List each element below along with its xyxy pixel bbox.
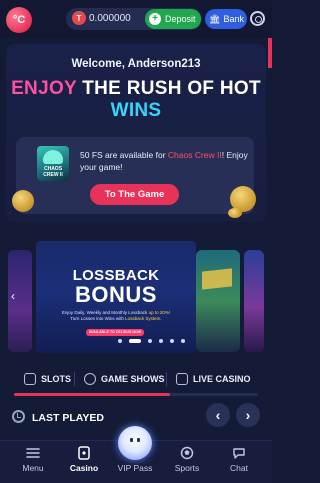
plus-icon: +	[149, 13, 161, 25]
chevron-left-icon[interactable]: ‹	[11, 289, 15, 303]
site-logo[interactable]: °C	[6, 7, 32, 33]
game-thumbnail[interactable]: CHAOS CREW II	[37, 146, 69, 181]
bank-icon: 🏛	[209, 13, 221, 24]
banner-cta-button[interactable]: AVAILABLE TO CELSIUS NOW	[86, 329, 144, 336]
carousel-dots	[118, 339, 185, 343]
category-live-casino[interactable]: LIVE CASINO	[176, 368, 251, 390]
nav-sports[interactable]: Sports	[162, 446, 212, 473]
carousel-dot[interactable]	[170, 339, 174, 343]
welcome-text: Welcome, Anderson213	[71, 58, 201, 70]
live-casino-icon	[176, 373, 188, 385]
category-slots[interactable]: SLOTS	[24, 368, 71, 390]
logo-text: °C	[12, 14, 26, 26]
banner-desc-hl2: Lossback System.	[125, 316, 162, 321]
nav-label: Sports	[174, 463, 200, 473]
carousel-slide-next-2[interactable]	[244, 250, 264, 352]
chat-icon	[233, 448, 245, 459]
thumbnail-label: CHAOS CREW II	[43, 166, 63, 178]
coin-icon: T	[72, 11, 86, 25]
casino-icon	[78, 446, 90, 460]
divider	[166, 372, 167, 386]
carousel-dot[interactable]	[118, 339, 122, 343]
menu-icon	[26, 448, 40, 458]
headline-rush: THE RUSH OF HOT	[82, 78, 261, 99]
promo-banner[interactable]: LOSSBACK BONUS Enjoy Daily, Weekly and M…	[36, 241, 196, 353]
fs-text-prefix: 50 FS are available for	[80, 150, 166, 160]
banner-desc-2: Turn Losses into Wins with	[70, 316, 124, 321]
last-played-next-button[interactable]: ›	[236, 403, 260, 427]
fs-game-name: Chaos Crew II	[167, 150, 222, 160]
carousel-dot[interactable]	[181, 339, 185, 343]
hero-headline: ENJOY THE RUSH OF HOT WINS	[0, 78, 272, 122]
nav-chat[interactable]: Chat	[214, 446, 264, 473]
banner-desc-1: Enjoy Daily, Weekly and Monthly Lossback	[61, 310, 148, 315]
vip-ghost-icon[interactable]	[118, 426, 152, 460]
gear-icon[interactable]	[250, 11, 265, 26]
nav-menu[interactable]: Menu	[8, 446, 58, 473]
nav-vip-pass[interactable]: VIP Pass	[110, 463, 160, 473]
sports-icon	[180, 446, 194, 460]
nav-label: Menu	[22, 463, 44, 473]
headline-wins: WINS	[110, 100, 162, 121]
carousel-dot[interactable]	[159, 339, 163, 343]
banner-title-bonus: BONUS	[75, 282, 157, 307]
deposit-label: Deposit	[165, 14, 196, 24]
nav-label: VIP Pass	[117, 463, 153, 473]
free-spins-message: 50 FS are available for Chaos Crew II! E…	[80, 149, 250, 173]
deposit-button[interactable]: + Deposit	[145, 9, 201, 29]
category-label: SLOTS	[41, 374, 72, 384]
nav-label: Casino	[69, 463, 99, 473]
category-game-shows[interactable]: GAME SHOWS	[84, 368, 165, 390]
headline-enjoy: ENJOY	[11, 78, 77, 99]
to-the-game-button[interactable]: To The Game	[90, 184, 179, 205]
coin-decoration	[12, 190, 34, 212]
divider	[74, 372, 75, 386]
slots-icon	[24, 373, 36, 385]
category-label: GAME SHOWS	[101, 374, 165, 384]
nav-casino[interactable]: Casino	[59, 446, 109, 473]
carousel-dot[interactable]	[129, 339, 141, 343]
balance-amount: 0.000000	[89, 13, 131, 24]
coin-decoration	[228, 208, 242, 218]
category-label: LIVE CASINO	[193, 374, 251, 384]
bank-label: Bank	[223, 14, 244, 24]
bank-button[interactable]: 🏛 Bank	[205, 9, 247, 29]
nav-label: Chat	[230, 463, 248, 473]
banner-desc-hl: up to 20%!	[148, 310, 171, 315]
last-played-prev-button[interactable]: ‹	[206, 403, 230, 427]
banner-description: Enjoy Daily, Weekly and Monthly Lossback…	[58, 310, 174, 322]
history-icon	[12, 410, 25, 423]
last-played-title: LAST PLAYED	[32, 412, 104, 424]
game-shows-icon	[84, 373, 96, 385]
carousel-slide-next[interactable]	[196, 250, 240, 352]
category-scroll-thumb[interactable]	[14, 393, 170, 396]
banner-title-lossback: LOSSBACK	[72, 267, 160, 284]
carousel-dot[interactable]	[148, 339, 152, 343]
